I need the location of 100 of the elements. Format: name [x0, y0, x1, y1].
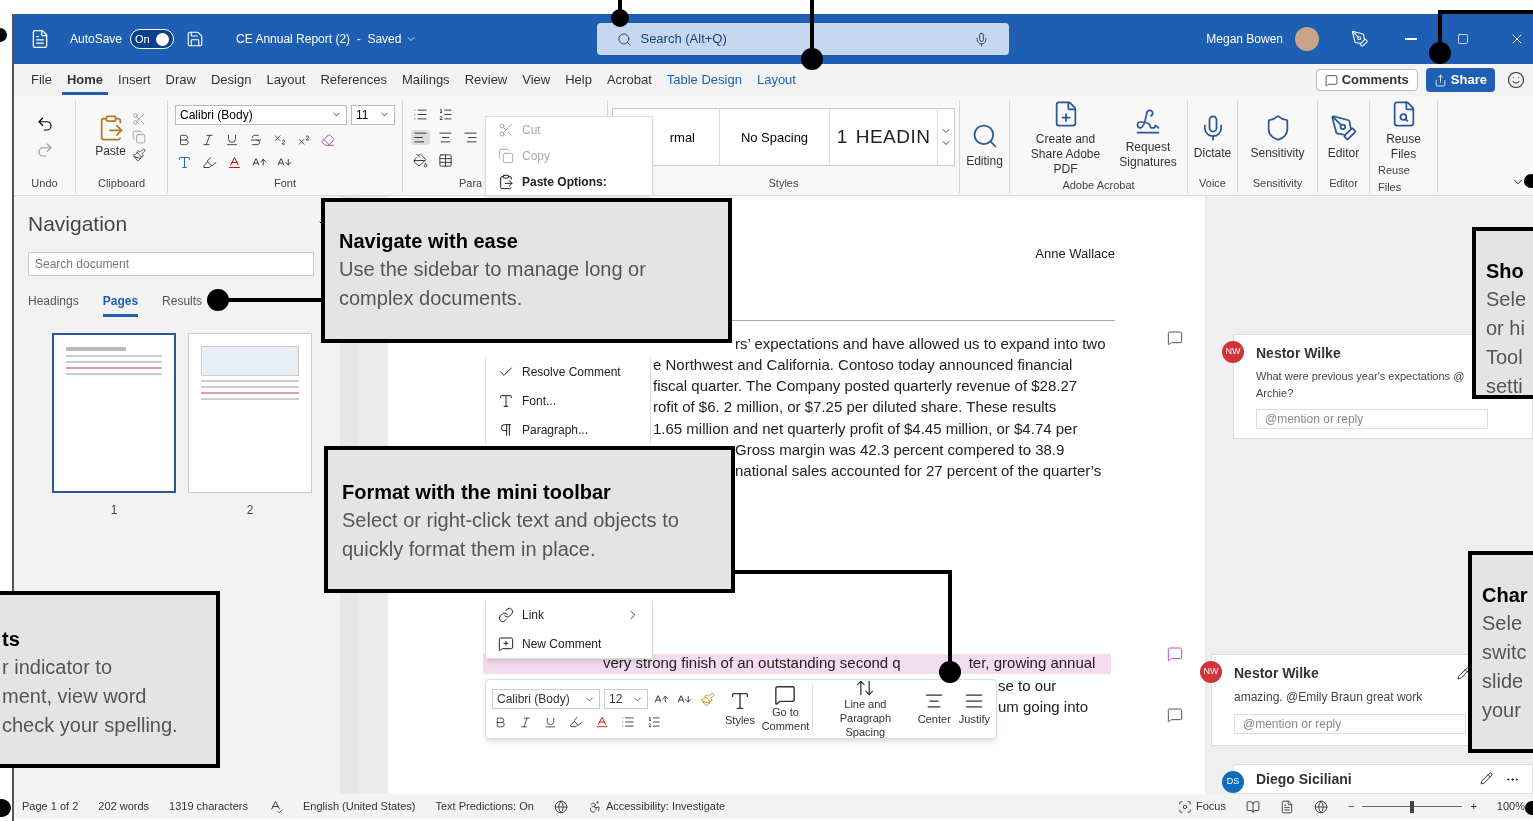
ribbon-tab[interactable]: Help — [560, 64, 597, 96]
share-button[interactable]: Share — [1425, 68, 1495, 92]
callout-text: setti — [1486, 374, 1524, 399]
ribbon-group-label: Adobe Acrobat — [1062, 178, 1135, 193]
go-to-comment-button[interactable]: Go to Comment — [762, 684, 813, 734]
context-menu-item[interactable]: Resolve Comment — [486, 357, 650, 386]
borders-button[interactable] — [436, 152, 455, 168]
copy-icon — [498, 148, 514, 164]
ribbon-tab[interactable]: Layout — [751, 64, 801, 96]
ribbon-tab[interactable]: References — [315, 64, 392, 96]
search-icon — [617, 31, 633, 47]
document-text: um going into — [998, 696, 1090, 716]
ribbon-tab[interactable]: View — [517, 64, 556, 96]
focus-button[interactable]: Focus — [1178, 798, 1226, 815]
font-icon — [498, 392, 514, 409]
ribbon-tab[interactable]: Draw — [160, 64, 201, 96]
align-center-button[interactable] — [436, 129, 455, 145]
align-right-button[interactable] — [461, 129, 480, 145]
eraser-icon — [321, 132, 335, 147]
bullets-button[interactable] — [411, 106, 430, 122]
reuse-files-button[interactable]: Reuse Files — [1383, 100, 1424, 162]
ribbon-tab[interactable]: Review — [459, 64, 513, 96]
style-option[interactable]: 1 HEADIN — [830, 109, 938, 166]
zoom-in-button[interactable]: + — [1470, 798, 1477, 815]
avatar-badge: DS — [1222, 771, 1244, 793]
context-menu-item[interactable]: Paragraph... — [486, 415, 650, 444]
callout-text: Tool — [1486, 345, 1524, 370]
document-text: national sales accounted for 27 percent of the quarter’s — [735, 461, 1103, 482]
document-text: ter, growing annual — [968, 653, 1096, 674]
ribbon-tab[interactable]: Mailings — [396, 64, 455, 96]
page-number: 1 — [110, 501, 118, 519]
page-thumbnail[interactable] — [52, 332, 176, 493]
paste-button[interactable]: Paste — [95, 114, 126, 161]
avatar-badge: NW — [1222, 341, 1244, 363]
numbering-button[interactable] — [436, 106, 455, 122]
comments-button[interactable]: Comments — [1315, 69, 1418, 91]
navigation-tab[interactable]: Headings — [28, 291, 79, 317]
document-app-icon — [30, 29, 50, 49]
numbering-button[interactable] — [645, 715, 663, 729]
styles-button[interactable]: Styles — [725, 689, 755, 729]
highlight-button[interactable] — [200, 154, 219, 170]
comment-icon — [498, 635, 514, 652]
reply-field[interactable]: @mention or reply — [1234, 714, 1466, 734]
font-name-field[interactable]: Calibri (Body) — [175, 104, 347, 125]
justify-button[interactable]: Justify — [958, 690, 990, 728]
zoom-slider[interactable] — [1362, 800, 1463, 813]
navigation-tab[interactable]: Results — [162, 291, 203, 317]
highlight-button[interactable] — [567, 715, 585, 729]
font-size-field[interactable]: 12 — [604, 689, 648, 709]
ribbon-tab[interactable]: File — [26, 64, 57, 96]
comment-author: Nestor Wilke — [1234, 664, 1319, 683]
callout-text: quickly format them in place. — [342, 537, 597, 562]
align-left-button[interactable] — [411, 129, 430, 145]
document-title[interactable]: CE Annual Report (2) - Saved — [236, 30, 418, 48]
dictate-button[interactable]: Dictate — [1189, 113, 1236, 161]
numbering-icon — [647, 715, 661, 729]
editor-button[interactable]: Editor — [1323, 113, 1364, 161]
document-text: Gross margin was 42.3 percent compered to 38.9 — [735, 440, 1066, 460]
table-icon — [438, 152, 453, 168]
ribbon-tab[interactable]: Acrobat — [601, 64, 657, 96]
pane-title: Navigation — [28, 211, 128, 237]
ribbon-group-label: Reuse Files — [1378, 163, 1411, 195]
sensitivity-button[interactable]: Sensitivity — [1246, 113, 1309, 161]
ribbon-tab[interactable]: Layout — [261, 64, 311, 96]
line-spacing-button[interactable]: Line and Paragraph Spacing — [820, 678, 910, 740]
context-menu-item[interactable]: Paste Options: — [486, 169, 652, 195]
highlighter-icon — [202, 154, 217, 170]
reply-field[interactable]: @mention or reply — [1256, 409, 1488, 429]
context-menu-item[interactable]: Font... — [486, 386, 650, 415]
status-text: 202 words — [98, 799, 150, 815]
ribbon-tab[interactable]: Table Design — [661, 64, 747, 96]
autosave-toggle[interactable]: On — [130, 29, 175, 49]
create-pdf-button[interactable]: Create and Share Adobe PDF — [1018, 100, 1113, 177]
request-signatures-button[interactable]: Request Signatures — [1117, 107, 1179, 170]
callout-text: switc — [1482, 640, 1528, 665]
avatar-icon[interactable] — [1295, 27, 1319, 51]
editor-icon — [1329, 113, 1358, 142]
zoom-out-button[interactable]: − — [1348, 798, 1355, 815]
document-text: fiscal quarter. The Company posted quarterly revenue of $28.27 — [653, 376, 1079, 397]
cut-icon — [498, 122, 514, 138]
callout-text: slide — [1482, 669, 1525, 694]
style-option[interactable]: No Spacing — [720, 109, 830, 166]
context-menu-item[interactable]: Link — [486, 600, 652, 629]
highlighter-icon — [569, 715, 583, 729]
editing-button[interactable]: Editing — [962, 122, 1007, 169]
shading-button[interactable] — [411, 152, 430, 168]
search-document-field[interactable]: Search document — [28, 251, 314, 276]
font-name-field[interactable]: Calibri (Body) — [492, 689, 600, 709]
ribbon-group-label: Styles — [768, 175, 799, 191]
document-text: e Northwest and California. Contoso today announced financial — [653, 354, 1074, 375]
center-button[interactable]: Center — [917, 690, 951, 728]
ribbon-tab[interactable]: Insert — [113, 64, 156, 96]
bold-icon — [494, 715, 507, 729]
status-text: Page 1 of 2 — [22, 799, 79, 815]
navigation-tab[interactable]: Pages — [102, 291, 139, 317]
clear-formatting-button[interactable] — [319, 132, 337, 147]
search-field[interactable]: Search (Alt+Q) — [597, 23, 1010, 55]
ribbon-group-label: Font — [274, 175, 296, 191]
ribbon-tab[interactable]: Design — [205, 64, 257, 96]
font-size-field[interactable]: 11 — [351, 104, 395, 125]
